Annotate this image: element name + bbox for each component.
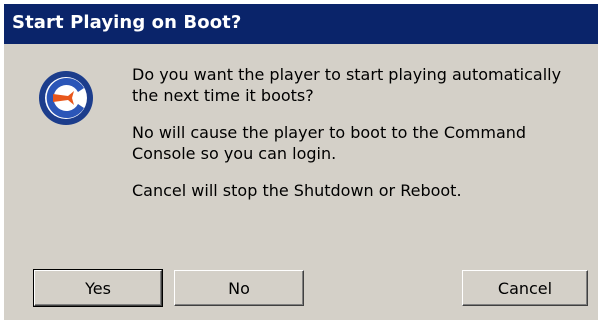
yes-button[interactable]: Yes <box>33 269 163 307</box>
player-logo-icon <box>39 71 93 125</box>
dialog-message: Do you want the player to start playing … <box>132 64 582 217</box>
dialog-window: Start Playing on Boot? Do you want the p… <box>4 4 598 320</box>
message-line: the next time it boots? <box>132 86 314 105</box>
cancel-button[interactable]: Cancel <box>462 270 588 306</box>
no-button-label: No <box>228 278 250 298</box>
message-line: Cancel will stop the Shutdown or Reboot. <box>132 181 462 200</box>
message-line: Do you want the player to start playing … <box>132 65 562 84</box>
yes-button-label: Yes <box>85 278 111 298</box>
dialog-title: Start Playing on Boot? <box>12 12 242 33</box>
no-button[interactable]: No <box>174 270 304 306</box>
message-line: Console so you can login. <box>132 144 337 163</box>
title-bar[interactable]: Start Playing on Boot? <box>4 4 598 44</box>
message-line: No will cause the player to boot to the … <box>132 123 527 142</box>
cancel-button-label: Cancel <box>497 278 553 298</box>
